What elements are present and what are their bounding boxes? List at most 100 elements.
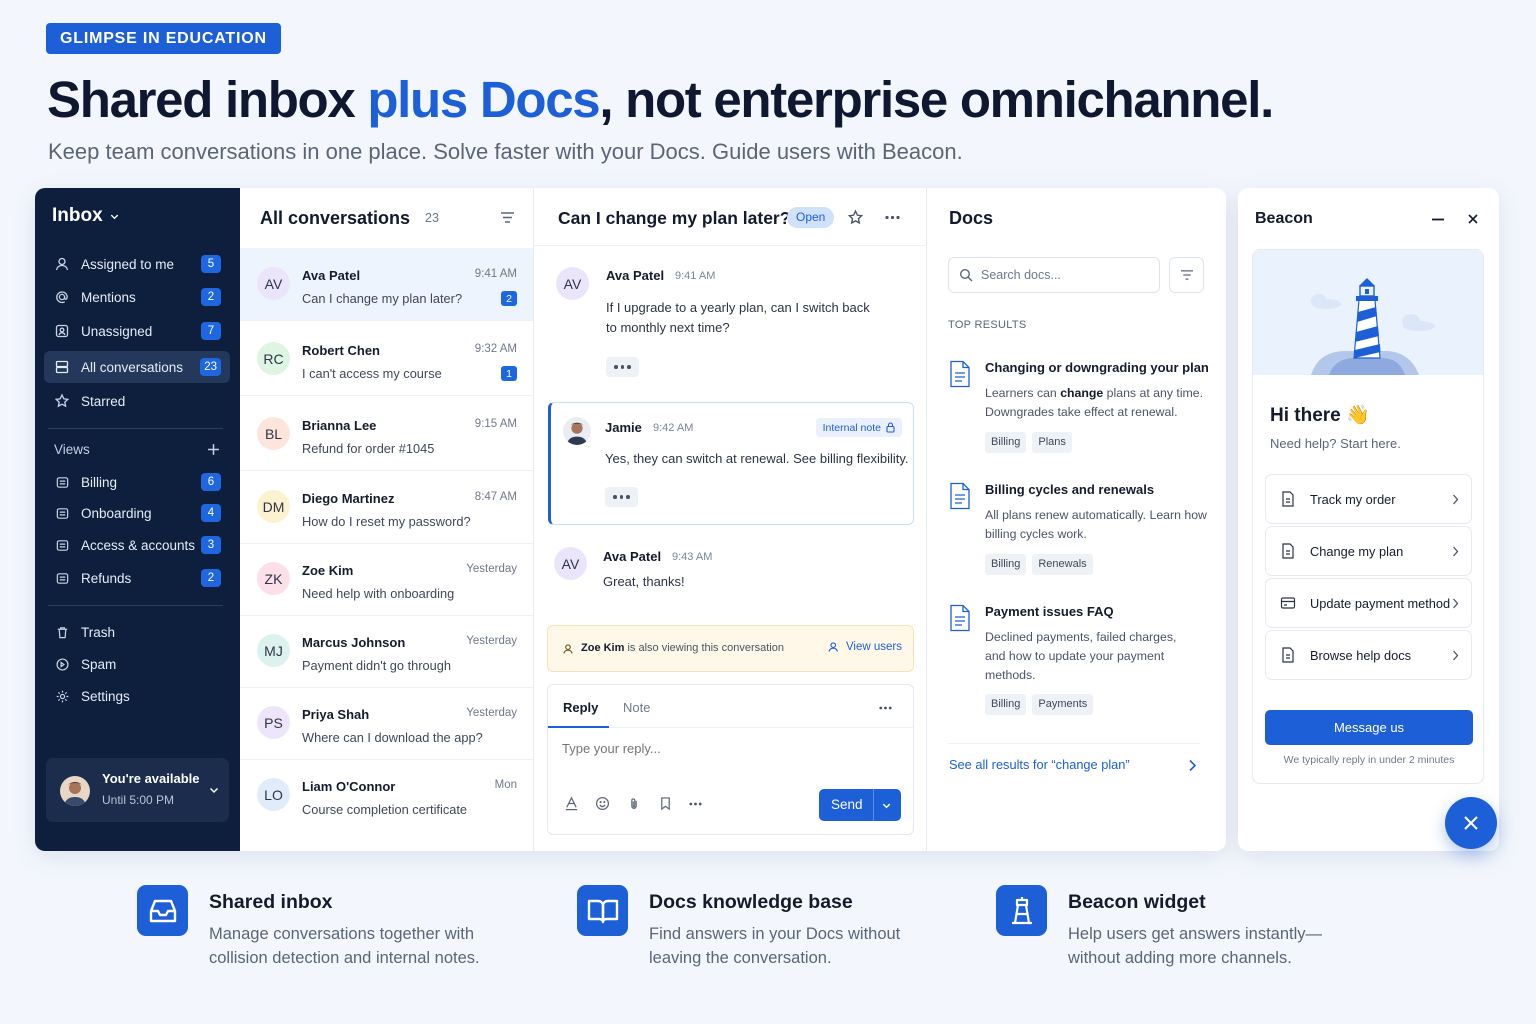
beacon-option-update-payment[interactable]: Update payment method bbox=[1265, 578, 1472, 628]
sidebar-item-settings[interactable]: Settings bbox=[44, 680, 230, 712]
doc-result[interactable]: Changing or downgrading your plan Learne… bbox=[948, 360, 1218, 460]
chevron-down-icon[interactable] bbox=[208, 784, 220, 796]
tag-chip[interactable]: Plans bbox=[1032, 432, 1072, 453]
beacon-option-track-order[interactable]: Track my order bbox=[1265, 474, 1472, 524]
expand-quoted-button[interactable] bbox=[605, 487, 638, 507]
avatar: LO bbox=[257, 778, 290, 811]
document-icon bbox=[950, 604, 970, 632]
conversation-row[interactable]: PS Priya Shah Where can I download the a… bbox=[240, 687, 533, 760]
beacon-option-label: Change my plan bbox=[1310, 543, 1404, 559]
sidebar-item-unassigned[interactable]: Unassigned 7 bbox=[44, 315, 230, 347]
more-options-icon[interactable] bbox=[885, 215, 900, 220]
sidebar-item-spam[interactable]: Spam bbox=[44, 648, 230, 680]
minimize-icon[interactable] bbox=[1432, 218, 1444, 221]
conversation-time: Yesterday bbox=[466, 563, 517, 575]
sidebar-item-trash[interactable]: Trash bbox=[44, 616, 230, 648]
tab-reply[interactable]: Reply bbox=[563, 700, 598, 715]
tag-chip[interactable]: Billing bbox=[985, 432, 1027, 453]
avatar: PS bbox=[257, 706, 290, 739]
sort-icon[interactable] bbox=[500, 211, 515, 224]
active-tab-indicator bbox=[548, 726, 609, 728]
conversation-row[interactable]: AV Ava Patel Can I change my plan later?… bbox=[240, 248, 533, 321]
more-options-icon[interactable] bbox=[879, 706, 892, 710]
contact-name: Zoe Kim bbox=[302, 563, 354, 578]
document-icon bbox=[1282, 491, 1294, 507]
doc-result[interactable]: Billing cycles and renewals All plans re… bbox=[948, 482, 1218, 582]
availability-card[interactable]: You're available Until 5:00 PM bbox=[46, 758, 229, 822]
status-badge[interactable]: Open bbox=[787, 207, 835, 228]
sidebar-item-label: Settings bbox=[81, 688, 130, 704]
sidebar-item-all-conversations[interactable]: All conversations 23 bbox=[44, 351, 230, 383]
expand-quoted-button[interactable] bbox=[606, 357, 639, 377]
conversation-row[interactable]: BL Brianna Lee Refund for order #1045 9:… bbox=[240, 398, 533, 471]
sidebar-view-billing[interactable]: Billing 6 bbox=[44, 466, 230, 498]
sidebar-item-mentions[interactable]: Mentions 2 bbox=[44, 281, 230, 313]
conversation-snippet: I can't access my course bbox=[302, 366, 442, 381]
emoji-icon[interactable] bbox=[595, 796, 610, 811]
attachment-icon[interactable] bbox=[627, 796, 641, 811]
conversation-row[interactable]: MJ Marcus Johnson Payment didn't go thro… bbox=[240, 615, 533, 688]
availability-status: You're available bbox=[102, 771, 200, 786]
sidebar-item-label: Onboarding bbox=[81, 505, 152, 521]
send-button[interactable]: Send bbox=[819, 789, 901, 821]
beacon-help-text: Need help? Start here. bbox=[1270, 436, 1401, 451]
view-users-link[interactable]: View users bbox=[828, 641, 902, 653]
unread-badge: 1 bbox=[501, 366, 517, 381]
send-label: Send bbox=[831, 797, 863, 812]
sidebar-view-onboarding[interactable]: Onboarding 4 bbox=[44, 497, 230, 529]
search-input[interactable] bbox=[981, 268, 1141, 282]
contact-name: Marcus Johnson bbox=[302, 635, 406, 650]
sidebar-item-assigned[interactable]: Assigned to me 5 bbox=[44, 248, 230, 280]
contact-name: Diego Martinez bbox=[302, 491, 395, 506]
tag-chip[interactable]: Billing bbox=[985, 554, 1027, 575]
chevron-right-icon bbox=[1453, 650, 1459, 660]
chevron-down-icon[interactable] bbox=[881, 800, 892, 811]
beacon-option-browse-docs[interactable]: Browse help docs bbox=[1265, 630, 1472, 680]
add-view-icon[interactable] bbox=[207, 443, 220, 456]
sidebar-item-starred[interactable]: Starred bbox=[44, 385, 230, 417]
message-us-button[interactable]: Message us bbox=[1265, 710, 1473, 745]
feature-title: Beacon widget bbox=[1068, 891, 1206, 913]
bookmark-icon[interactable] bbox=[659, 796, 672, 811]
sidebar-divider bbox=[48, 428, 223, 429]
conversation-row[interactable]: ZK Zoe Kim Need help with onboarding Yes… bbox=[240, 543, 533, 616]
conversation-row[interactable]: LO Liam O'Connor Course completion certi… bbox=[240, 759, 533, 832]
tab-note[interactable]: Note bbox=[623, 700, 650, 715]
text-format-icon[interactable] bbox=[564, 796, 579, 811]
conversation-row[interactable]: RC Robert Chen I can't access my course … bbox=[240, 323, 533, 396]
conversation-list-title: All conversations bbox=[260, 208, 411, 228]
sidebar-item-label: Spam bbox=[81, 656, 117, 672]
tag-chip[interactable]: Renewals bbox=[1032, 554, 1093, 575]
beacon-close-button[interactable] bbox=[1445, 797, 1497, 849]
avatar: AV bbox=[556, 267, 589, 300]
reply-input[interactable] bbox=[562, 741, 892, 756]
inbox-switcher[interactable]: Inbox bbox=[52, 205, 120, 227]
conversation-row[interactable]: DM Diego Martinez How do I reset my pass… bbox=[240, 471, 533, 544]
see-all-results-link[interactable]: See all results for “change plan” bbox=[949, 757, 1130, 772]
inbox-tray-icon bbox=[137, 885, 188, 936]
close-icon[interactable] bbox=[1468, 214, 1478, 224]
doc-result-description: Declined payments, failed charges, and h… bbox=[985, 630, 1177, 682]
tag-chip[interactable]: Payments bbox=[1032, 694, 1094, 715]
sidebar-item-label: Starred bbox=[81, 393, 126, 409]
filter-button[interactable] bbox=[1169, 257, 1204, 293]
doc-result-title: Billing cycles and renewals bbox=[985, 482, 1155, 497]
doc-result[interactable]: Payment issues FAQ Declined payments, fa… bbox=[948, 604, 1218, 724]
headline-part-2: , not enterprise omnichannel. bbox=[599, 71, 1274, 128]
folder-view-icon bbox=[52, 472, 72, 492]
beacon-option-change-plan[interactable]: Change my plan bbox=[1265, 526, 1472, 576]
message-text-line-1: If I upgrade to a yearly plan, can I swi… bbox=[606, 300, 870, 315]
beacon-title: Beacon bbox=[1255, 210, 1313, 227]
lighthouse-illustration bbox=[1253, 250, 1483, 375]
conversation-time: Mon bbox=[494, 779, 517, 791]
tag-chip[interactable]: Billing bbox=[985, 694, 1027, 715]
document-icon bbox=[950, 482, 970, 510]
sidebar-view-refunds[interactable]: Refunds 2 bbox=[44, 562, 230, 594]
star-icon[interactable] bbox=[847, 209, 864, 226]
more-options-icon[interactable] bbox=[689, 802, 702, 806]
beacon-widget: Beacon Hi there 👋 Need help? Start here. bbox=[1238, 188, 1499, 851]
chevron-right-icon[interactable] bbox=[1188, 759, 1197, 772]
count-badge: 7 bbox=[201, 322, 221, 340]
docs-search[interactable] bbox=[948, 257, 1160, 293]
sidebar-view-access[interactable]: Access & accounts 3 bbox=[44, 529, 230, 561]
